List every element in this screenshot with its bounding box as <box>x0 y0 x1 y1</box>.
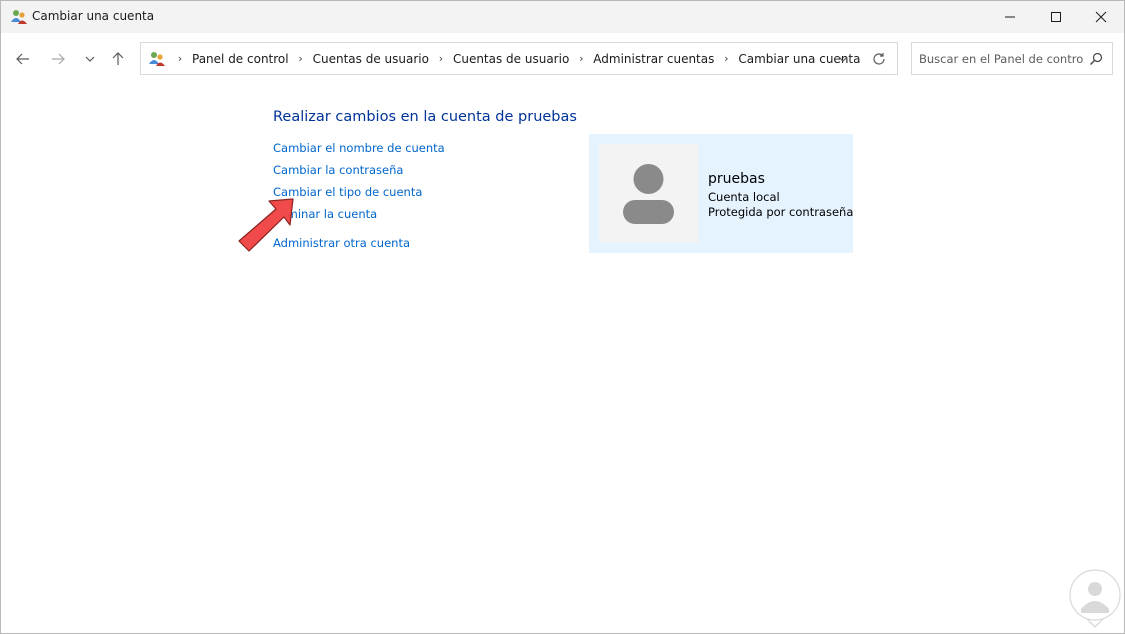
change-account-name-link[interactable]: Cambiar el nombre de cuenta <box>273 141 445 155</box>
recent-locations-button[interactable] <box>78 47 102 71</box>
arrow-right-icon <box>52 53 65 65</box>
maximize-icon <box>1051 12 1061 22</box>
close-icon <box>1095 11 1107 23</box>
control-panel-window: Cambiar una cuenta › Panel de control › … <box>0 0 1125 634</box>
arrow-up-icon <box>112 52 124 65</box>
arrow-left-icon <box>16 53 29 65</box>
address-bar[interactable]: › Panel de control › Cuentas de usuario … <box>140 42 898 75</box>
chevron-right-icon[interactable]: › <box>294 52 308 65</box>
refresh-icon <box>873 53 885 65</box>
users-icon <box>11 10 27 24</box>
page-heading: Realizar cambios en la cuenta de pruebas <box>273 109 577 125</box>
chevron-down-icon <box>838 56 848 62</box>
refresh-button[interactable] <box>870 50 888 68</box>
minimize-button[interactable] <box>987 1 1033 33</box>
breadcrumb: › Panel de control › Cuentas de usuario … <box>172 43 864 74</box>
search-icon[interactable] <box>1088 51 1104 67</box>
breadcrumb-item[interactable]: Cuentas de usuario <box>309 52 433 66</box>
red-arrow-icon <box>238 198 294 252</box>
user-avatar-icon <box>623 164 674 224</box>
breadcrumb-item[interactable]: Administrar cuentas <box>589 52 718 66</box>
up-button[interactable] <box>106 47 130 71</box>
address-dropdown-button[interactable] <box>834 50 852 68</box>
change-account-type-link[interactable]: Cambiar el tipo de cuenta <box>273 185 422 199</box>
close-button[interactable] <box>1078 1 1124 33</box>
users-icon <box>149 52 165 66</box>
change-password-link[interactable]: Cambiar la contraseña <box>273 163 403 177</box>
title-bar: Cambiar una cuenta <box>1 1 1124 33</box>
window-title: Cambiar una cuenta <box>32 9 155 23</box>
back-button[interactable] <box>11 47 35 71</box>
chevron-right-icon[interactable]: › <box>719 52 733 65</box>
search-input[interactable] <box>919 48 1084 69</box>
account-protection-status: Protegida por contraseña <box>708 205 854 219</box>
breadcrumb-item[interactable]: Cuentas de usuario <box>449 52 573 66</box>
chevron-right-icon[interactable]: › <box>173 52 187 65</box>
chevron-right-icon[interactable]: › <box>574 52 588 65</box>
maximize-button[interactable] <box>1033 1 1079 33</box>
avatar <box>599 144 698 243</box>
watermark-logo-icon <box>1069 569 1121 628</box>
search-box <box>911 42 1113 75</box>
chevron-down-icon <box>85 56 95 62</box>
forward-button[interactable] <box>46 47 70 71</box>
account-name: pruebas <box>708 171 765 187</box>
account-card: pruebas Cuenta local Protegida por contr… <box>589 134 853 253</box>
breadcrumb-item[interactable]: Panel de control <box>188 52 293 66</box>
chevron-right-icon[interactable]: › <box>434 52 448 65</box>
account-type: Cuenta local <box>708 190 780 204</box>
minimize-icon <box>1005 16 1015 18</box>
navigation-bar: › Panel de control › Cuentas de usuario … <box>1 33 1124 85</box>
